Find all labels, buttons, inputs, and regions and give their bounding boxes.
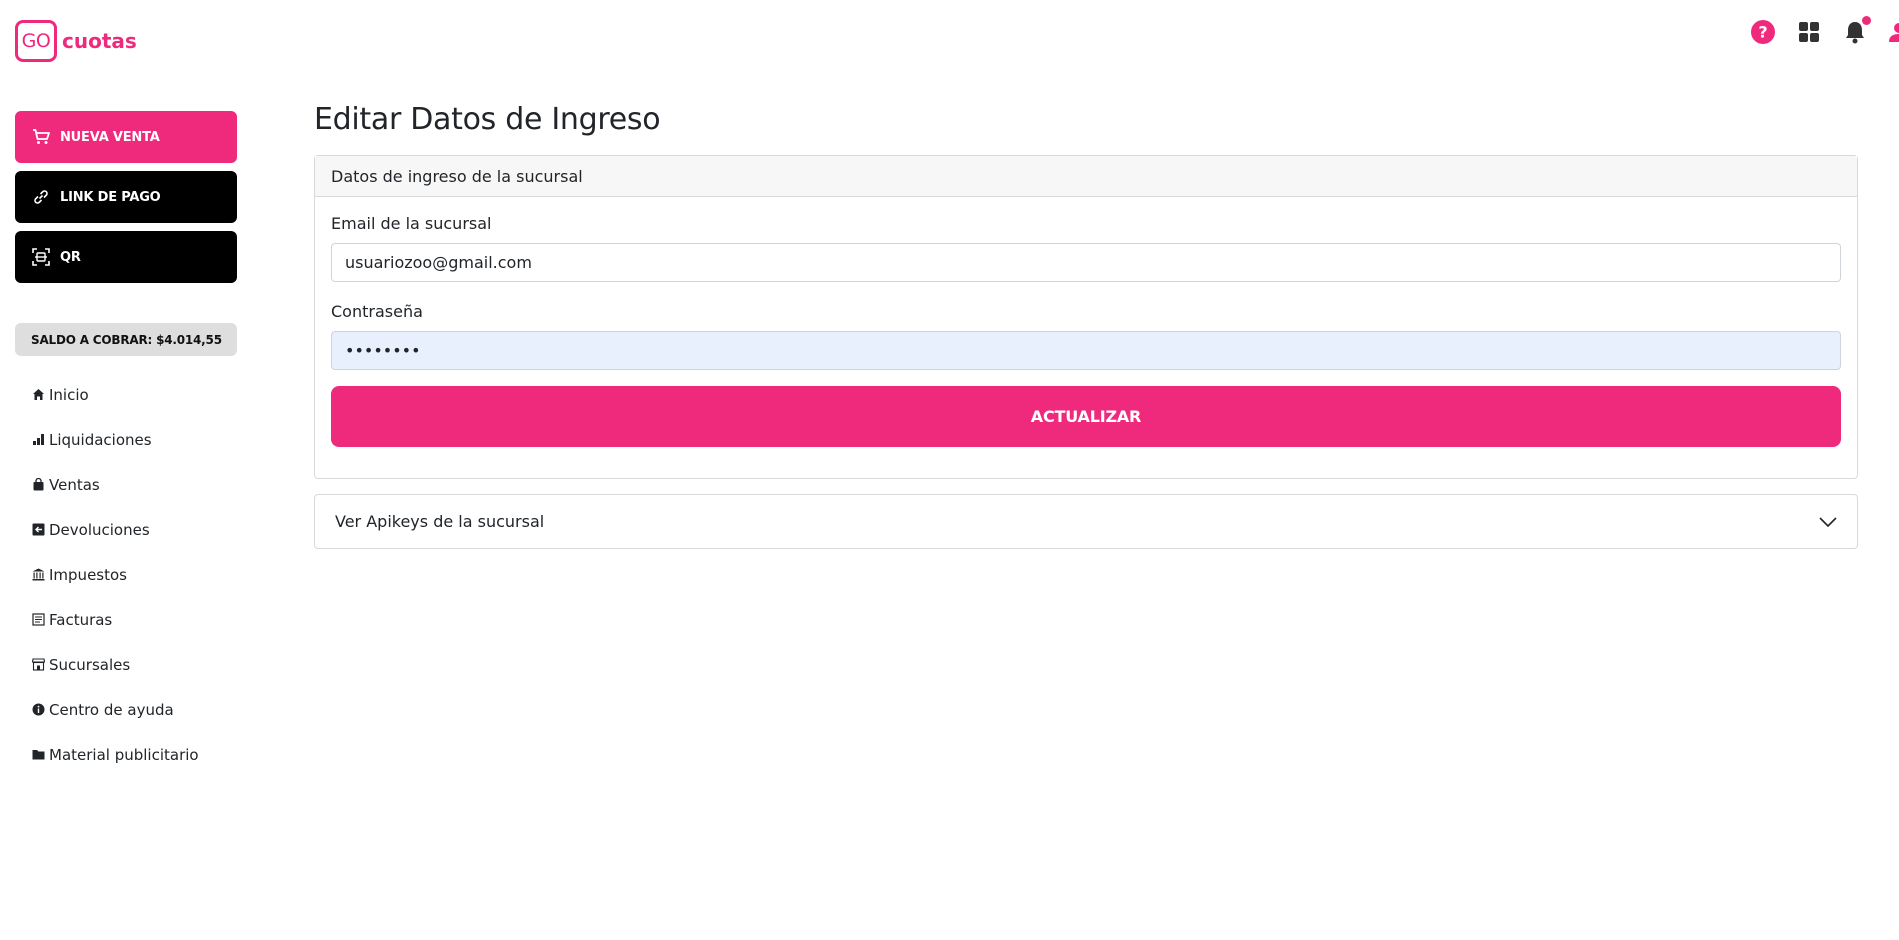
sidebar-item-label: Facturas	[49, 610, 113, 629]
actualizar-button[interactable]: ACTUALIZAR	[331, 386, 1841, 447]
home-icon	[31, 388, 45, 402]
sidebar-item-centro-de-ayuda[interactable]: Centro de ayuda	[15, 687, 237, 732]
store-icon	[31, 658, 45, 672]
sidebar-item-label: Sucursales	[49, 655, 131, 674]
sidebar-item-label: Inicio	[49, 385, 89, 404]
sidebar-item-label: Material publicitario	[49, 745, 199, 764]
sidebar-item-material-publicitario[interactable]: Material publicitario	[15, 732, 237, 777]
password-field[interactable]	[331, 331, 1841, 370]
accordion-label: Ver Apikeys de la sucursal	[335, 512, 545, 531]
grid-icon[interactable]	[1795, 18, 1823, 46]
notification-dot	[1862, 16, 1871, 25]
sidebar-nav: Inicio Liquidaciones Ventas Devoluciones…	[15, 372, 237, 777]
sidebar-item-label: Devoluciones	[49, 520, 150, 539]
login-data-card: Datos de ingreso de la sucursal Email de…	[314, 155, 1858, 479]
qr-scan-icon	[32, 248, 50, 266]
apikeys-accordion[interactable]: Ver Apikeys de la sucursal	[314, 494, 1858, 549]
brand-logo[interactable]: GO cuotas	[15, 20, 137, 62]
bag-icon	[31, 478, 45, 492]
email-field[interactable]	[331, 243, 1841, 282]
nueva-venta-button[interactable]: NUEVA VENTA	[15, 111, 237, 163]
link-icon	[32, 188, 50, 206]
card-body: Email de la sucursal Contraseña ACTUALIZ…	[315, 197, 1857, 447]
sidebar-item-ventas[interactable]: Ventas	[15, 462, 237, 507]
invoice-icon	[31, 613, 45, 627]
sidebar-item-facturas[interactable]: Facturas	[15, 597, 237, 642]
page-title: Editar Datos de Ingreso	[314, 102, 661, 137]
cart-icon	[32, 128, 50, 146]
sidebar-item-label: Ventas	[49, 475, 100, 494]
help-icon[interactable]: ?	[1749, 18, 1777, 46]
link-de-pago-label: LINK DE PAGO	[60, 189, 161, 205]
chevron-down-icon	[1819, 512, 1837, 531]
sidebar-item-devoluciones[interactable]: Devoluciones	[15, 507, 237, 552]
email-label: Email de la sucursal	[331, 214, 492, 233]
logo-text: cuotas	[62, 29, 137, 53]
user-icon[interactable]	[1885, 18, 1899, 46]
sidebar-item-label: Centro de ayuda	[49, 700, 174, 719]
svg-text:?: ?	[1758, 23, 1767, 42]
return-icon	[31, 523, 45, 537]
link-de-pago-button[interactable]: LINK DE PAGO	[15, 171, 237, 223]
sidebar-item-impuestos[interactable]: Impuestos	[15, 552, 237, 597]
bar-chart-icon	[31, 433, 45, 447]
folder-icon	[31, 748, 45, 762]
bell-icon[interactable]	[1841, 16, 1871, 46]
sidebar-item-label: Liquidaciones	[49, 430, 152, 449]
nueva-venta-label: NUEVA VENTA	[60, 129, 160, 145]
logo-box: GO	[15, 20, 57, 62]
qr-button[interactable]: QR	[15, 231, 237, 283]
sidebar-item-label: Impuestos	[49, 565, 127, 584]
card-header: Datos de ingreso de la sucursal	[315, 156, 1857, 197]
bank-icon	[31, 568, 45, 582]
sidebar-item-liquidaciones[interactable]: Liquidaciones	[15, 417, 237, 462]
sidebar-item-inicio[interactable]: Inicio	[15, 372, 237, 417]
sidebar: NUEVA VENTA LINK DE PAGO QR SALDO A COBR…	[15, 111, 237, 777]
password-label: Contraseña	[331, 302, 423, 321]
qr-label: QR	[60, 249, 81, 265]
sidebar-item-sucursales[interactable]: Sucursales	[15, 642, 237, 687]
saldo-badge: SALDO A COBRAR: $4.014,55	[15, 323, 237, 356]
info-icon	[31, 703, 45, 717]
